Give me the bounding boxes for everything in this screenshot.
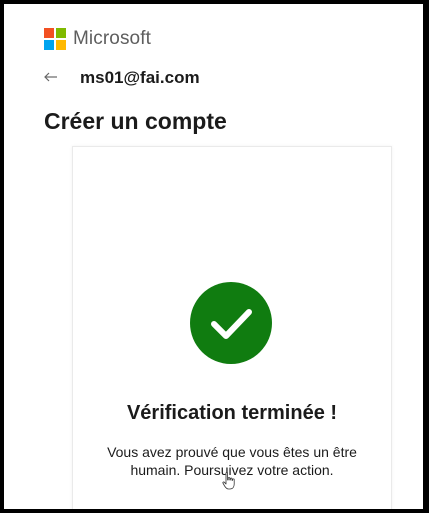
verification-title: Vérification terminée ! [126,402,338,424]
logo-yellow-square [56,40,66,50]
page-title: Créer un compte [44,108,227,134]
back-arrow-icon[interactable] [44,70,64,86]
brand-header: Microsoft [44,28,151,50]
logo-blue-square [44,40,54,50]
success-check-badge [190,282,272,364]
logo-green-square [56,28,66,38]
microsoft-logo-icon [44,28,66,50]
hand-pointer-icon [222,472,235,490]
checkmark-icon [211,309,252,339]
browser-frame: Microsoft ms01@fai.com Créer un compte V… [4,4,423,509]
logo-red-square [44,28,54,38]
identity-banner: ms01@fai.com [44,68,200,88]
back-arrow-glyph [44,72,57,82]
account-email: ms01@fai.com [80,68,200,87]
verification-card: Vérification terminée ! Vous avez prouvé… [72,146,392,509]
brand-name: Microsoft [73,28,151,49]
